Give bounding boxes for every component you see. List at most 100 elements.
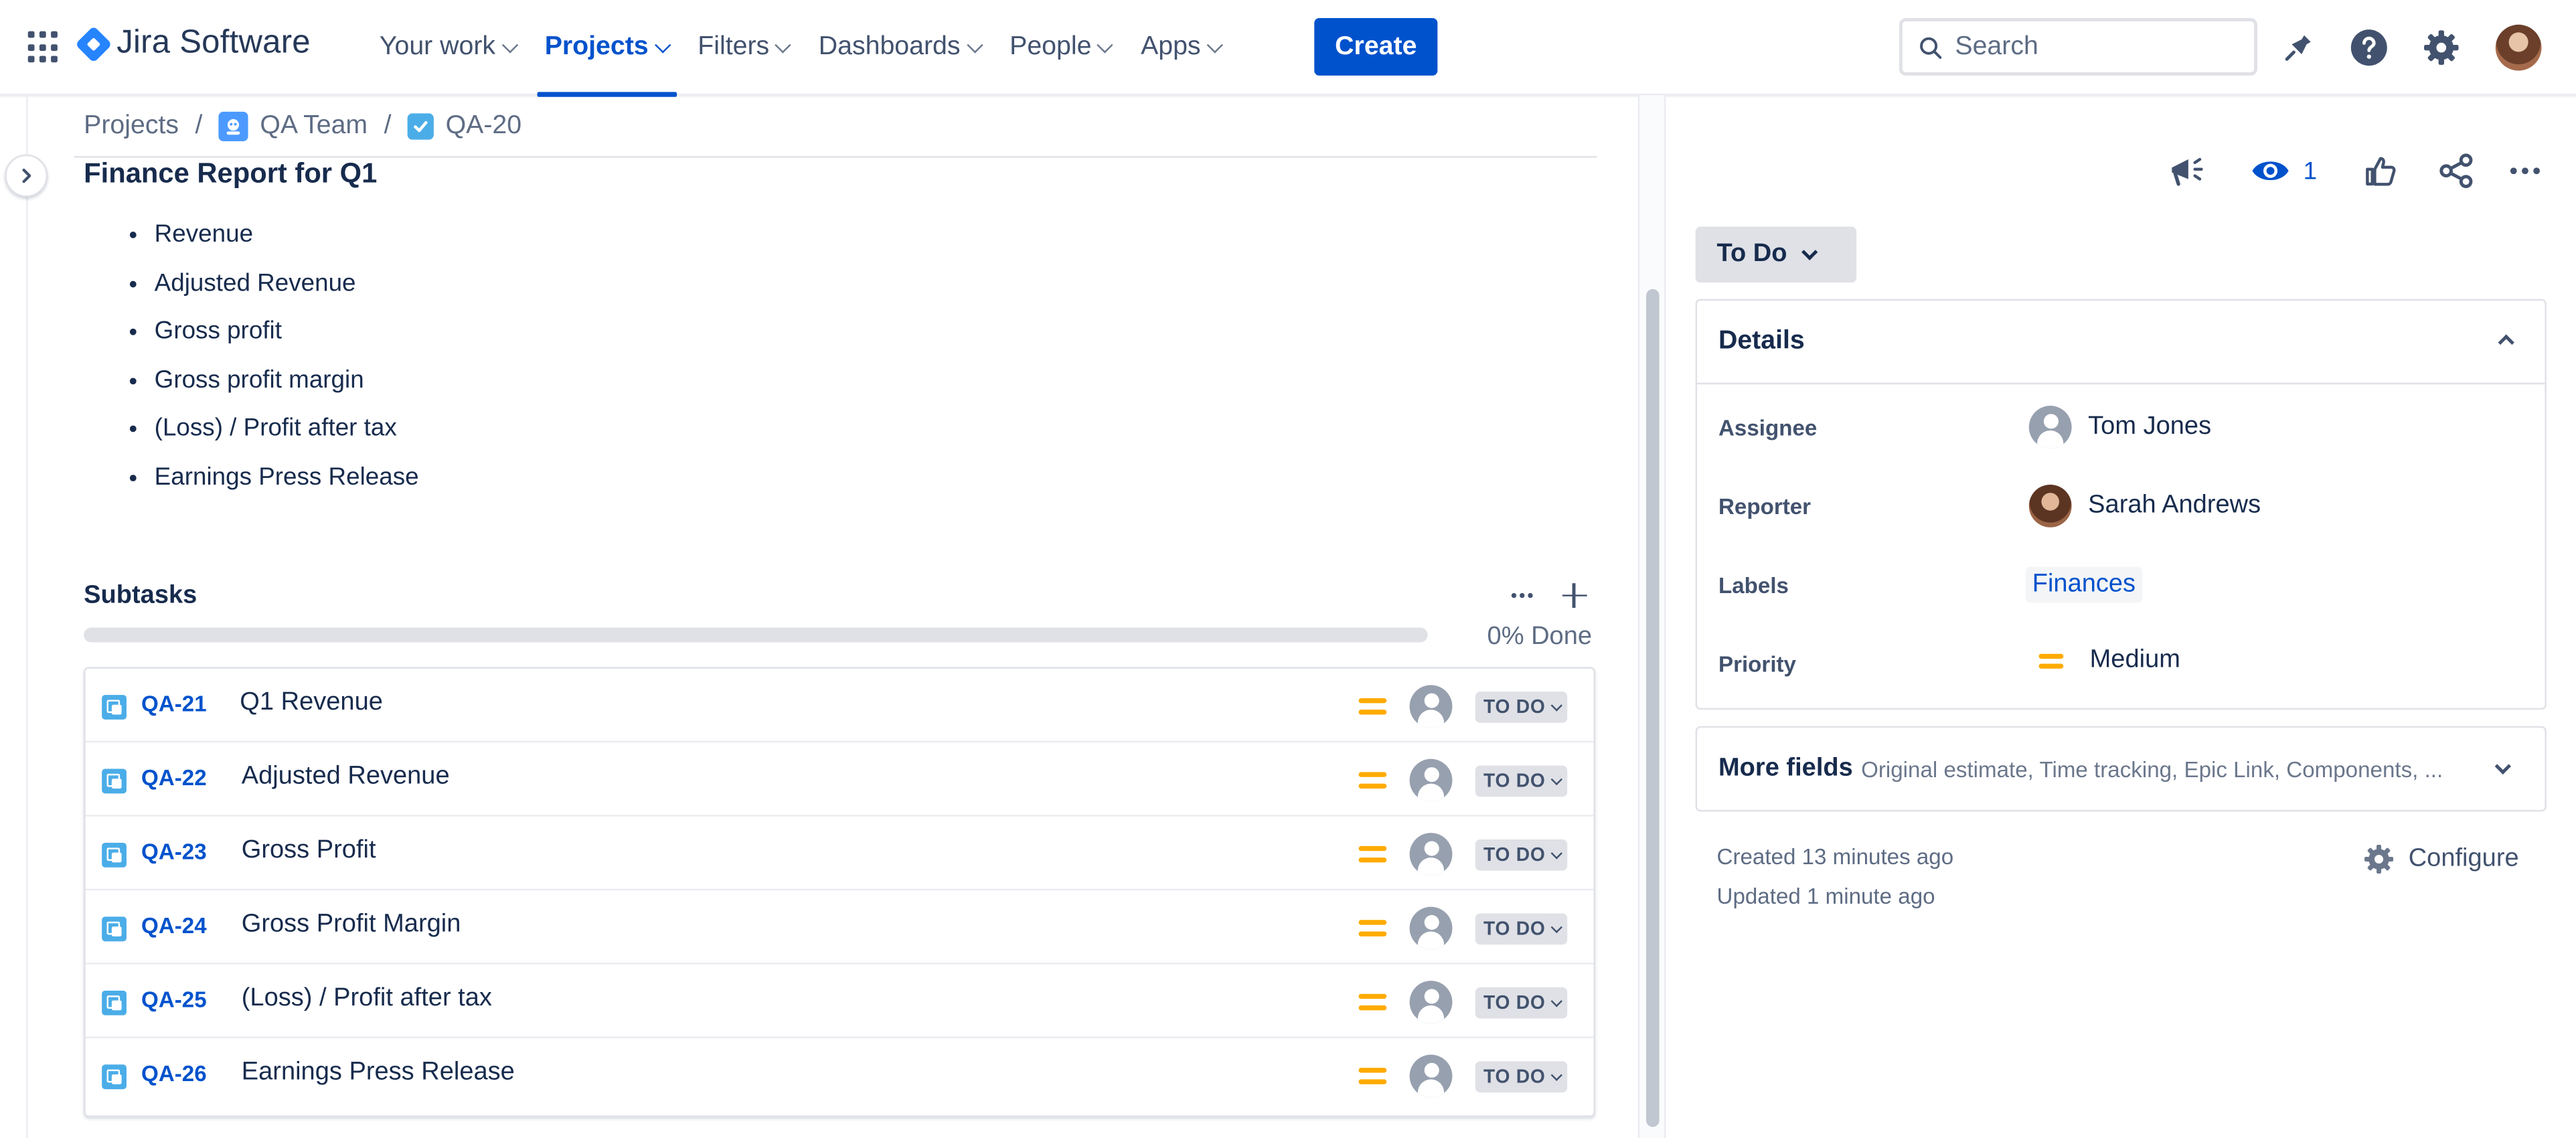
jira-issue-view: Jira Software Your work Projects Filters… (0, 0, 2576, 1138)
task-check-icon (408, 113, 434, 140)
table-row[interactable]: QA-25 (Loss) / Profit after tax TO DO (85, 965, 1594, 1038)
search-box[interactable] (1899, 17, 2257, 76)
subtasks-more-icon[interactable] (1500, 582, 1543, 608)
nav-filters-label: Filters (698, 33, 770, 61)
nav-your-work[interactable]: Your work (365, 0, 530, 95)
configure-button[interactable]: Configure (2362, 843, 2519, 876)
table-row[interactable]: QA-22 Adjusted Revenue TO DO (85, 742, 1594, 817)
nav-your-work-label: Your work (379, 33, 496, 61)
label-chip[interactable]: Finances (2025, 566, 2142, 603)
subtask-summary[interactable]: Adjusted Revenue (242, 762, 450, 792)
subtask-status-dropdown[interactable]: TO DO (1475, 913, 1567, 945)
subtask-icon (102, 1064, 127, 1090)
nav-apps[interactable]: Apps (1126, 0, 1235, 95)
subtask-key[interactable]: QA-22 (141, 766, 207, 791)
nav-apps-label: Apps (1141, 33, 1201, 61)
subtask-key[interactable]: QA-23 (141, 839, 207, 864)
subtask-status-dropdown[interactable]: TO DO (1475, 1061, 1567, 1092)
chevron-down-icon (2494, 758, 2511, 775)
subtask-key[interactable]: QA-21 (141, 692, 207, 716)
search-icon (1920, 36, 1942, 58)
list-item: Gross profit margin (155, 362, 419, 410)
main-scrollbar-thumb[interactable] (1646, 289, 1660, 1127)
subtask-list: QA-21 Q1 Revenue TO DO QA-22 Adjusted Re… (84, 667, 1595, 1117)
assignee-avatar[interactable] (1409, 758, 1453, 802)
breadcrumb: Projects / QA Team / QA-20 (84, 111, 521, 142)
breadcrumb-issue-label: QA-20 (445, 111, 522, 140)
subtask-key[interactable]: QA-25 (141, 987, 207, 1012)
updated-timestamp: Updated 1 minute ago (1716, 884, 1935, 909)
nav-people[interactable]: People (995, 0, 1126, 95)
breadcrumb-issue[interactable]: QA-20 (408, 112, 521, 141)
table-row[interactable]: QA-23 Gross Profit TO DO (85, 817, 1594, 891)
assignee-avatar (2028, 406, 2072, 449)
assignee-avatar[interactable] (1409, 833, 1453, 876)
jira-logo[interactable]: Jira Software (75, 25, 311, 62)
help-icon[interactable] (2348, 26, 2391, 69)
gear-icon (2364, 845, 2394, 874)
assignee-avatar[interactable] (1409, 981, 1453, 1024)
subtask-summary[interactable]: Gross Profit (242, 836, 376, 866)
feedback-megaphone-icon[interactable] (2166, 151, 2208, 191)
subtask-status-dropdown[interactable]: TO DO (1475, 987, 1567, 1019)
search-input[interactable] (1955, 31, 2219, 62)
app-switcher-icon[interactable] (27, 31, 61, 64)
assignee-field[interactable]: Tom Jones (2028, 406, 2211, 449)
subtasks-heading: Subtasks (84, 581, 197, 610)
more-fields-title: More fields (1718, 754, 1853, 783)
assignee-avatar[interactable] (1409, 1054, 1453, 1098)
priority-field[interactable]: Medium (2036, 645, 2180, 675)
share-icon[interactable] (2436, 151, 2476, 191)
breadcrumb-project[interactable]: QA Team (219, 111, 368, 142)
subtask-summary[interactable]: Q1 Revenue (240, 688, 383, 718)
issue-status-dropdown[interactable]: To Do (1695, 226, 1857, 283)
more-actions-icon[interactable] (2510, 151, 2541, 191)
nav-dashboards[interactable]: Dashboards (804, 0, 995, 95)
assignee-avatar[interactable] (1409, 685, 1453, 728)
priority-medium-icon (1358, 991, 1388, 1010)
table-row[interactable]: QA-26 Earnings Press Release TO DO (86, 1038, 1594, 1115)
table-row[interactable]: QA-24 Gross Profit Margin TO DO (85, 890, 1594, 965)
subtask-status-dropdown[interactable]: TO DO (1475, 692, 1567, 723)
priority-medium-icon (1358, 1064, 1388, 1084)
list-item: Earnings Press Release (155, 459, 419, 507)
watch-button[interactable]: 1 (2251, 151, 2317, 191)
details-header[interactable]: Details (1697, 301, 2545, 385)
list-item: Gross profit (155, 314, 419, 362)
issue-description[interactable]: Revenue Adjusted Revenue Gross profit Gr… (155, 217, 419, 507)
add-subtask-icon[interactable] (1556, 576, 1592, 613)
subtask-status-dropdown[interactable]: TO DO (1475, 765, 1567, 797)
nav-projects[interactable]: Projects (530, 0, 683, 97)
subtask-summary[interactable]: Gross Profit Margin (242, 910, 461, 940)
status-label: TO DO (1483, 993, 1546, 1013)
issue-main-panel: Projects / QA Team / QA-20 Finance Repor… (28, 95, 1638, 1138)
labels-field[interactable]: Finances (2025, 566, 2142, 603)
issue-title[interactable]: Finance Report for Q1 (84, 158, 377, 191)
details-section: Details Assignee Tom Jones Reporter Sara… (1695, 299, 2547, 710)
nav-filters[interactable]: Filters (683, 0, 804, 95)
settings-gear-icon[interactable] (2420, 26, 2463, 69)
notifications-icon[interactable] (2277, 26, 2320, 69)
status-label: TO DO (1483, 919, 1546, 939)
more-fields-section[interactable]: More fields Original estimate, Time trac… (1695, 726, 2547, 812)
create-button[interactable]: Create (1314, 17, 1438, 76)
nav-people-label: People (1010, 33, 1092, 61)
list-item: (Loss) / Profit after tax (155, 411, 419, 459)
assignee-avatar[interactable] (1409, 906, 1453, 950)
subtask-summary[interactable]: Earnings Press Release (242, 1058, 515, 1087)
subtask-status-dropdown[interactable]: TO DO (1475, 839, 1567, 871)
list-item: Revenue (155, 217, 419, 265)
subtask-icon (102, 768, 127, 794)
subtask-summary[interactable]: (Loss) / Profit after tax (242, 984, 492, 1013)
subtask-key[interactable]: QA-26 (141, 1061, 207, 1086)
subtask-key[interactable]: QA-24 (141, 913, 207, 938)
breadcrumb-projects[interactable]: Projects (84, 112, 179, 141)
reporter-field[interactable]: Sarah Andrews (2028, 484, 2261, 527)
like-thumbs-up-icon[interactable] (2362, 151, 2399, 191)
breadcrumb-separator: / (195, 111, 203, 140)
jira-diamond-icon (75, 25, 112, 62)
table-row[interactable]: QA-21 Q1 Revenue TO DO (85, 669, 1594, 743)
profile-avatar[interactable] (2495, 24, 2542, 71)
chevron-down-icon (1097, 36, 1114, 53)
chevron-down-icon (775, 36, 792, 53)
